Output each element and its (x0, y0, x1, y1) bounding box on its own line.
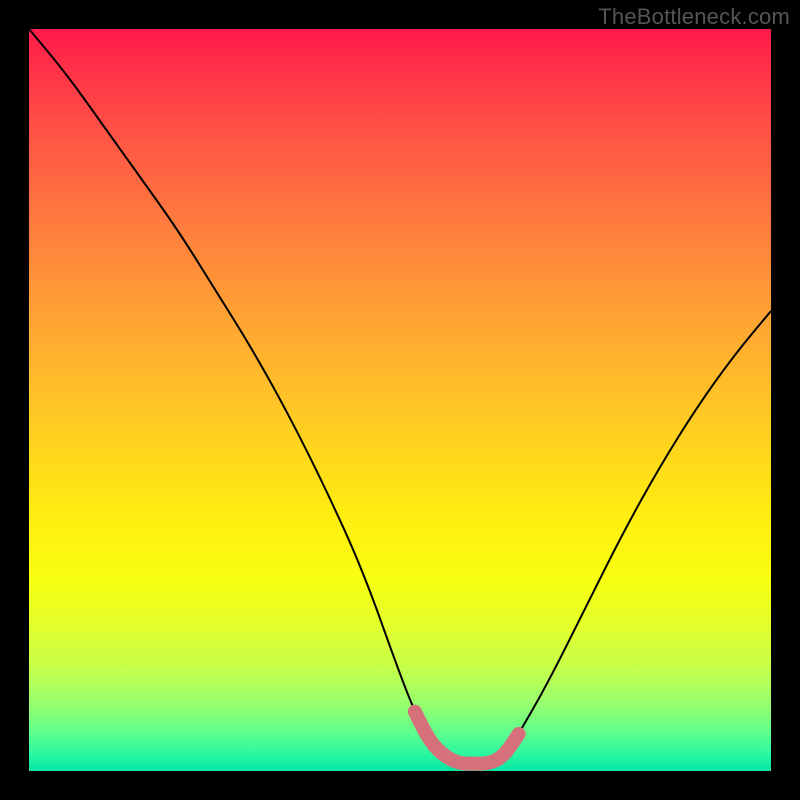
bottleneck-highlight-path (415, 712, 519, 764)
chart-plot-area (29, 29, 771, 771)
attribution-text: TheBottleneck.com (598, 4, 790, 30)
bottleneck-curve-svg (29, 29, 771, 771)
bottleneck-curve-path (29, 29, 771, 764)
